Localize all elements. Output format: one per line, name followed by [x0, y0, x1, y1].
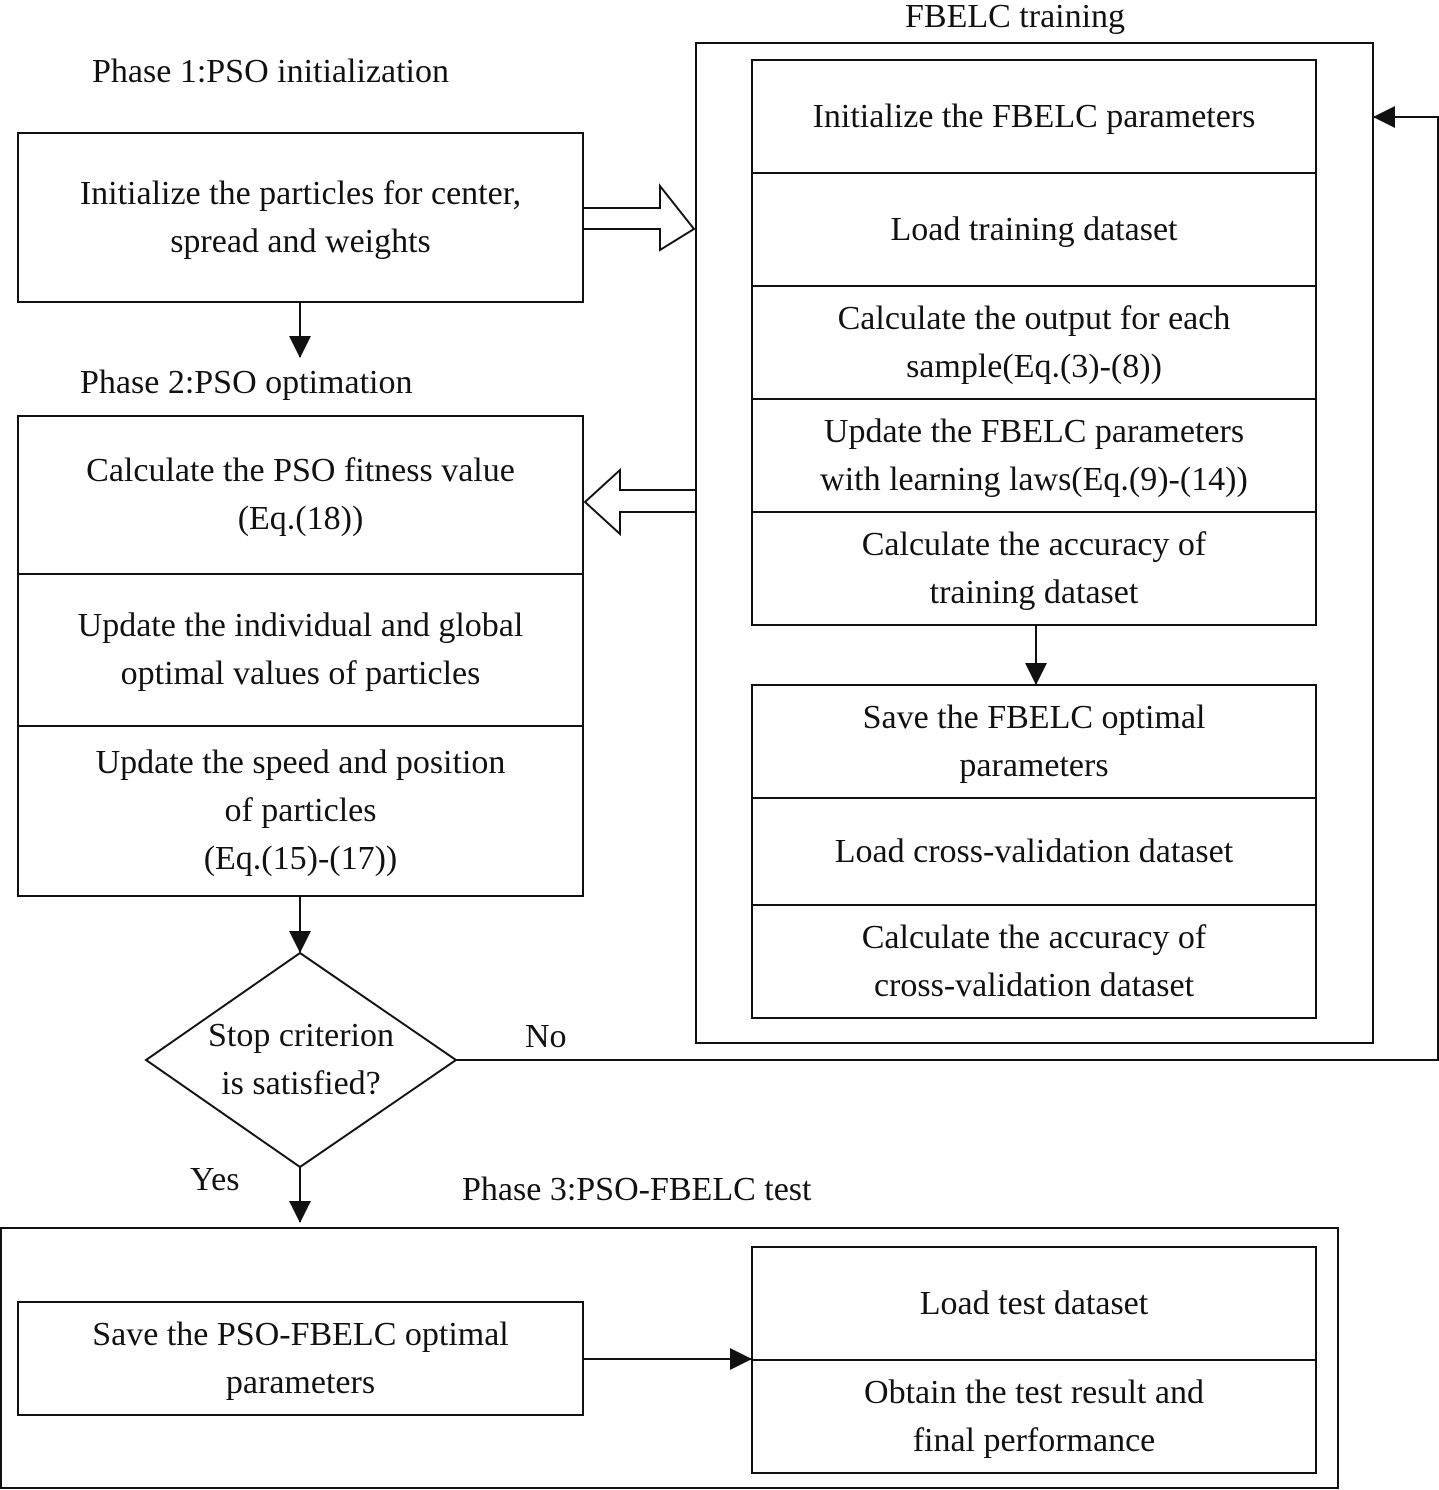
phase3-title: Phase 3:PSO-FBELC test [462, 1171, 812, 1208]
phase1-title: Phase 1:PSO initialization [92, 53, 449, 90]
training-step: Initialize the FBELC parameters [812, 97, 1256, 135]
training-step: Calculate the output for each sample(Eq.… [837, 299, 1231, 385]
hollow-arrow-right [582, 183, 696, 252]
flowchart: FBELC training Phase 1:PSO initializatio… [0, 0, 1439, 1490]
phase2-step: Calculate the PSO fitness value (Eq.(18)… [86, 452, 515, 537]
training-title: FBELC training [905, 0, 1126, 35]
test-step: Obtain the test result and final perform… [864, 1373, 1204, 1459]
decision-text: Stop criterion is satisfied? [207, 1017, 395, 1102]
phase2-step: Update the individual and global optimal… [77, 607, 524, 692]
phase3-save-step: Save the PSO-FBELC optimal parameters [92, 1315, 509, 1401]
phase2-title: Phase 2:PSO optimation [80, 364, 413, 401]
training-step: Calculate the accuracy of training datas… [861, 525, 1207, 611]
validation-step: Calculate the accuracy of cross-validati… [861, 918, 1207, 1004]
phase1-step: Initialize the particles for center, spr… [79, 174, 522, 260]
training-step: Update the FBELC parameters with learnin… [820, 412, 1248, 498]
no-label: No [525, 1018, 567, 1055]
test-step: Load test dataset [919, 1284, 1149, 1322]
training-step: Load training dataset [890, 210, 1178, 248]
validation-step: Load cross-validation dataset [834, 832, 1234, 870]
validation-step: Save the FBELC optimal parameters [862, 698, 1206, 784]
phase2-step: Update the speed and position of particl… [95, 744, 506, 877]
hollow-arrow-left [583, 467, 697, 537]
yes-label: Yes [190, 1161, 240, 1198]
